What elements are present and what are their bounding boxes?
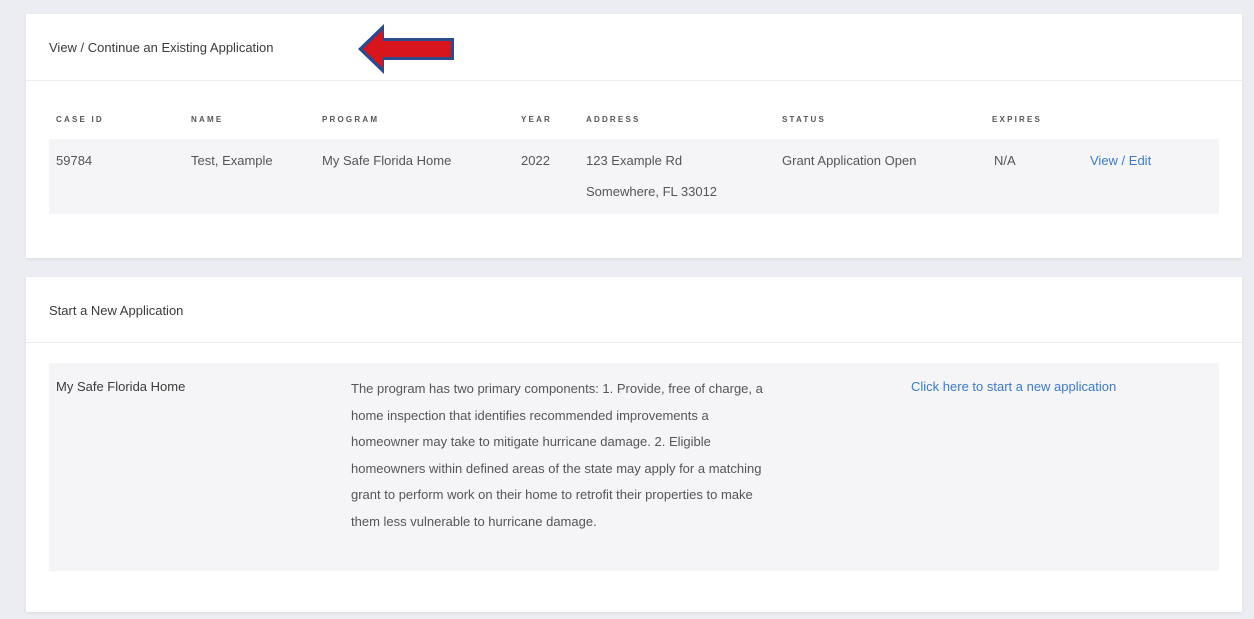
column-header-address: ADDRESS	[586, 115, 641, 124]
address-line2-cell: Somewhere, FL 33012	[586, 184, 718, 199]
view-edit-link[interactable]: View / Edit	[1090, 153, 1151, 168]
case-id-cell: 59784	[56, 153, 93, 168]
column-header-case-id: CASE ID	[56, 115, 104, 124]
existing-applications-card: View / Continue an Existing Application …	[26, 14, 1242, 258]
table-row	[49, 139, 1219, 214]
start-new-application-link[interactable]: Click here to start a new application	[911, 379, 1116, 394]
program-description-line: homeowners within defined areas of the s…	[351, 460, 762, 476]
column-header-program: PROGRAM	[322, 115, 380, 124]
address-line1-cell: 123 Example Rd	[586, 153, 683, 168]
name-cell: Test, Example	[191, 153, 273, 168]
program-description: The program has two primary components: …	[351, 376, 871, 536]
column-header-year: YEAR	[521, 115, 553, 124]
column-header-status: STATUS	[782, 115, 827, 124]
program-description-line: them less vulnerable to hurricane damage…	[351, 513, 597, 529]
year-cell: 2022	[521, 153, 550, 168]
program-description-line: home inspection that identifies recommen…	[351, 407, 709, 423]
column-header-expires: EXPIRES	[992, 115, 1043, 124]
program-cell: My Safe Florida Home	[322, 153, 452, 168]
program-name: My Safe Florida Home	[56, 379, 186, 394]
left-arrow-icon	[358, 24, 454, 74]
program-description-line: The program has two primary components: …	[351, 381, 763, 396]
program-description-line: homeowner may take to mitigate hurricane…	[351, 434, 711, 450]
new-application-header: Start a New Application	[26, 277, 1242, 343]
new-application-title: Start a New Application	[49, 303, 184, 318]
expires-cell: N/A	[994, 153, 1016, 168]
program-description-line: grant to perform work on their home to r…	[351, 487, 753, 503]
new-application-card: Start a New Application My Safe Florida …	[26, 277, 1242, 612]
existing-applications-title: View / Continue an Existing Application	[49, 40, 274, 55]
column-header-name: NAME	[191, 115, 224, 124]
existing-applications-header: View / Continue an Existing Application	[26, 14, 1242, 81]
status-cell: Grant Application Open	[782, 153, 917, 168]
